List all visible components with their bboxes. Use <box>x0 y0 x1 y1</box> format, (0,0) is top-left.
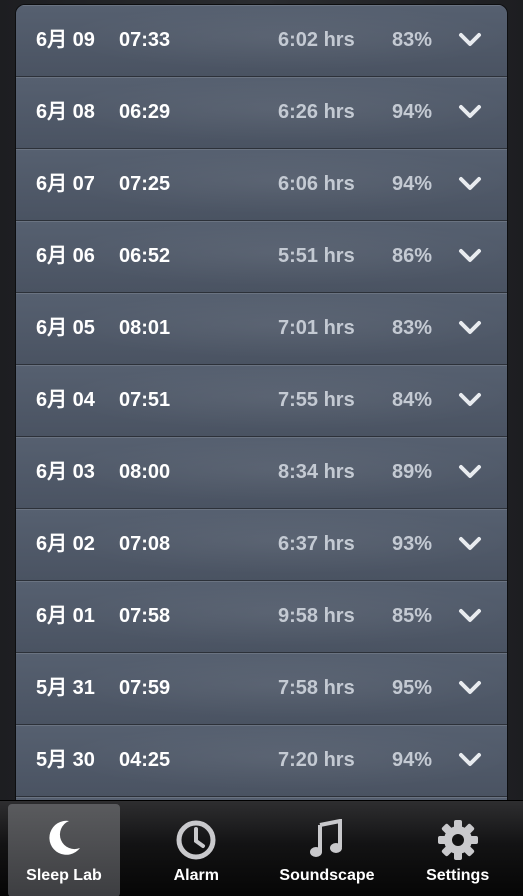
tab-bar: Sleep Lab Alarm Soundscape Settings <box>0 800 523 896</box>
list-item[interactable]: 6月 06 06:52 5:51 hrs 86% <box>16 221 507 293</box>
row-wake-time: 07:08 <box>119 533 171 555</box>
row-date: 6月 07 <box>36 173 95 195</box>
row-duration: 8:34 hrs <box>278 461 355 483</box>
row-duration: 6:26 hrs <box>278 101 355 123</box>
row-quality: 83% <box>392 317 433 339</box>
gear-icon <box>437 819 479 866</box>
tab-alarm[interactable]: Alarm <box>131 801 262 896</box>
row-date: 6月 04 <box>36 389 95 411</box>
row-date: 6月 09 <box>36 29 95 51</box>
row-duration: 6:06 hrs <box>278 173 355 195</box>
row-quality: 86% <box>392 245 433 267</box>
row-date: 6月 01 <box>36 605 95 627</box>
tab-label: Alarm <box>173 867 219 884</box>
row-quality: 93% <box>392 533 433 555</box>
row-duration: 6:02 hrs <box>278 29 355 51</box>
chevron-down-icon[interactable] <box>456 77 484 148</box>
list-item[interactable]: 6月 04 07:51 7:55 hrs 84% <box>16 365 507 437</box>
row-duration: 5:51 hrs <box>278 245 355 267</box>
row-duration: 7:55 hrs <box>278 389 355 411</box>
moon-icon <box>45 818 83 863</box>
row-wake-time: 07:59 <box>119 677 171 699</box>
row-wake-time: 08:00 <box>119 461 171 483</box>
list-item[interactable]: 5月 31 07:59 7:58 hrs 95% <box>16 653 507 725</box>
sleep-history-screen: 6月 09 07:33 6:02 hrs 83% 6月 08 06:29 6:2… <box>0 0 523 896</box>
row-quality: 94% <box>392 749 433 771</box>
list-item[interactable]: 6月 05 08:01 7:01 hrs 83% <box>16 293 507 365</box>
list-item[interactable]: 6月 02 07:08 6:37 hrs 93% <box>16 509 507 581</box>
chevron-down-icon[interactable] <box>456 365 484 436</box>
tab-label: Sleep Lab <box>26 867 102 884</box>
list-item[interactable]: 6月 03 08:00 8:34 hrs 89% <box>16 437 507 509</box>
row-wake-time: 07:25 <box>119 173 171 195</box>
list-item[interactable]: 6月 07 07:25 6:06 hrs 94% <box>16 149 507 221</box>
chevron-down-icon[interactable] <box>456 5 484 76</box>
chevron-down-icon[interactable] <box>456 581 484 652</box>
row-date: 6月 06 <box>36 245 95 267</box>
music-note-icon <box>308 818 346 866</box>
row-date: 6月 02 <box>36 533 95 555</box>
row-quality: 94% <box>392 101 433 123</box>
chevron-down-icon[interactable] <box>456 725 484 796</box>
list-item[interactable]: 6月 09 07:33 6:02 hrs 83% <box>16 5 507 77</box>
chevron-down-icon[interactable] <box>456 293 484 364</box>
row-duration: 7:01 hrs <box>278 317 355 339</box>
row-wake-time: 06:29 <box>119 101 171 123</box>
row-quality: 83% <box>392 29 433 51</box>
sleep-history-list[interactable]: 6月 09 07:33 6:02 hrs 83% 6月 08 06:29 6:2… <box>15 4 508 802</box>
row-date: 6月 03 <box>36 461 95 483</box>
chevron-down-icon[interactable] <box>456 149 484 220</box>
row-wake-time: 07:33 <box>119 29 171 51</box>
chevron-down-icon[interactable] <box>456 509 484 580</box>
row-quality: 95% <box>392 677 433 699</box>
row-quality: 89% <box>392 461 433 483</box>
row-quality: 94% <box>392 173 433 195</box>
row-quality: 84% <box>392 389 433 411</box>
row-date: 6月 05 <box>36 317 95 339</box>
row-wake-time: 07:51 <box>119 389 171 411</box>
row-wake-time: 07:58 <box>119 605 171 627</box>
row-duration: 7:58 hrs <box>278 677 355 699</box>
tab-label: Settings <box>426 867 490 884</box>
list-item[interactable]: 5月 30 04:25 7:20 hrs 94% <box>16 725 507 797</box>
clock-icon <box>175 819 217 866</box>
row-date: 6月 08 <box>36 101 95 123</box>
row-wake-time: 04:25 <box>119 749 171 771</box>
list-item[interactable]: 6月 01 07:58 9:58 hrs 85% <box>16 581 507 653</box>
row-duration: 7:20 hrs <box>278 749 355 771</box>
row-date: 5月 30 <box>36 749 95 771</box>
chevron-down-icon[interactable] <box>456 437 484 508</box>
chevron-down-icon[interactable] <box>456 221 484 292</box>
row-duration: 9:58 hrs <box>278 605 355 627</box>
row-duration: 6:37 hrs <box>278 533 355 555</box>
tab-soundscape[interactable]: Soundscape <box>262 801 393 896</box>
row-date: 5月 31 <box>36 677 95 699</box>
tab-label: Soundscape <box>279 867 375 884</box>
chevron-down-icon[interactable] <box>456 653 484 724</box>
row-quality: 85% <box>392 605 433 627</box>
row-wake-time: 06:52 <box>119 245 171 267</box>
list-item[interactable]: 6月 08 06:29 6:26 hrs 94% <box>16 77 507 149</box>
tab-sleep-lab[interactable]: Sleep Lab <box>8 804 120 896</box>
tab-settings[interactable]: Settings <box>392 801 523 896</box>
row-wake-time: 08:01 <box>119 317 171 339</box>
